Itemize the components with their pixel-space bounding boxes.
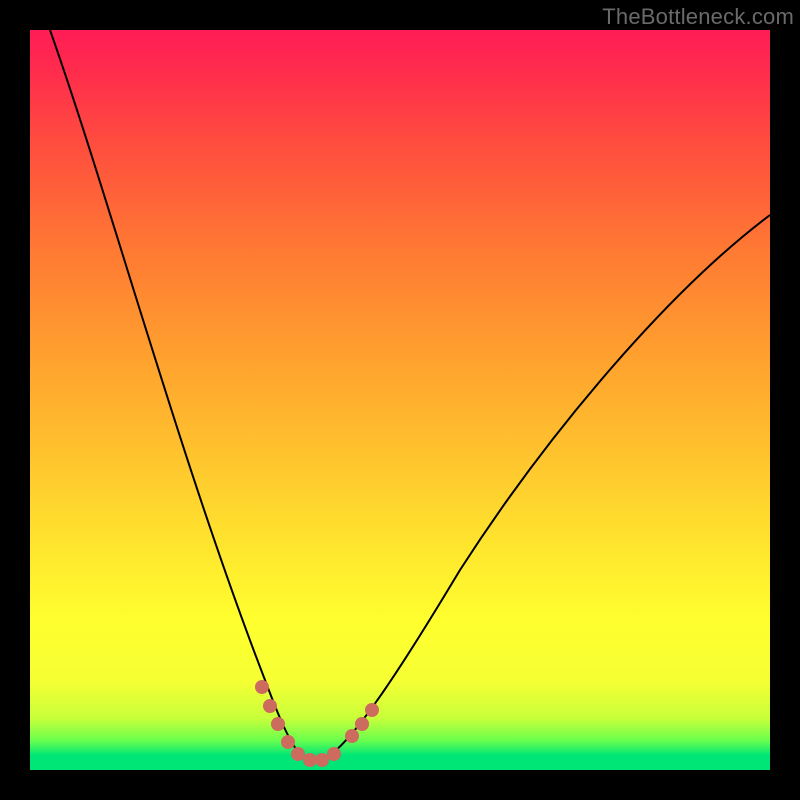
watermark-text: TheBottleneck.com [602,4,794,30]
curve-svg [30,30,770,770]
chart-frame: TheBottleneck.com [0,0,800,800]
bottleneck-curve [50,30,770,761]
curve-markers [262,687,372,760]
